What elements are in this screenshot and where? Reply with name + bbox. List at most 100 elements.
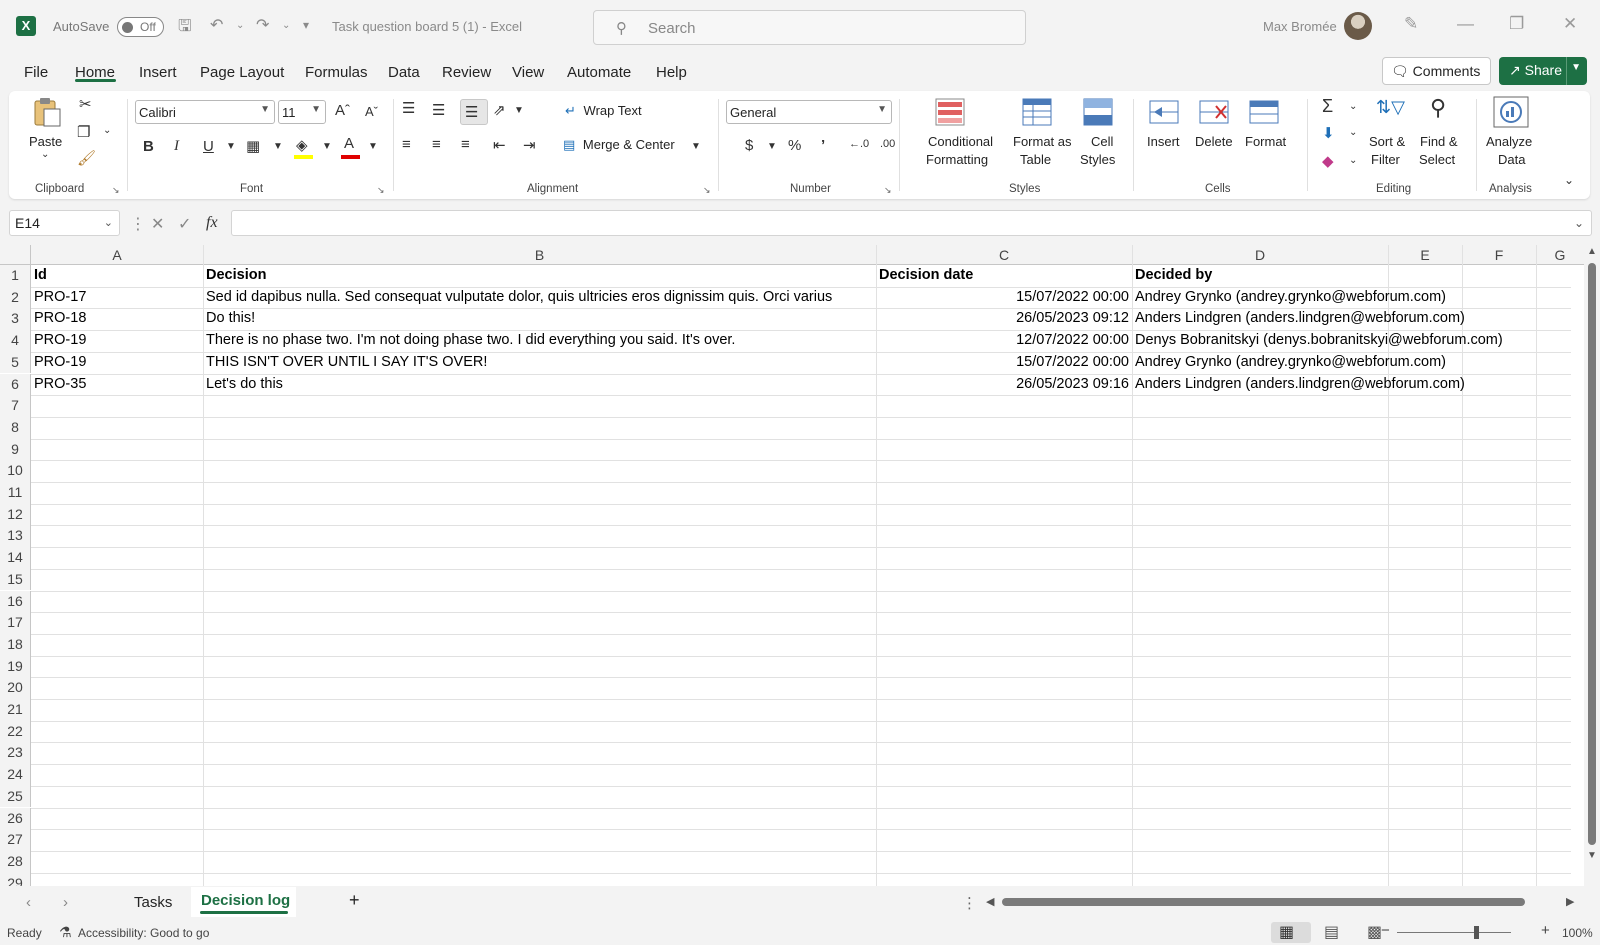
header-cell-decision[interactable]: Decision	[203, 265, 876, 287]
column-header-b[interactable]: B	[203, 245, 876, 265]
clear-icon[interactable]: ◆	[1322, 152, 1334, 170]
analyze-data-label-1[interactable]: Analyze	[1486, 133, 1532, 151]
row-header[interactable]: 25	[0, 785, 31, 808]
undo-dropdown-icon[interactable]: ⌄	[236, 20, 244, 31]
row-header[interactable]: 27	[0, 829, 31, 851]
format-cells-icon[interactable]	[1248, 97, 1280, 127]
cell-decided-by[interactable]: Anders Lindgren (anders.lindgren@webforu…	[1132, 374, 1584, 396]
row-header[interactable]: 21	[0, 699, 31, 721]
row-header[interactable]: 17	[0, 612, 31, 634]
delete-label[interactable]: Delete	[1195, 133, 1233, 151]
alignment-launcher-icon[interactable]: ↘	[703, 185, 711, 196]
cut-icon[interactable]: ✂	[79, 95, 92, 113]
header-cell-decided-by[interactable]: Decided by	[1132, 265, 1532, 287]
undo-icon[interactable]: ↶	[210, 15, 223, 35]
row-header[interactable]: 19	[0, 655, 31, 678]
cell-id[interactable]: PRO-17	[31, 287, 203, 309]
row-header[interactable]: 1	[0, 265, 31, 287]
customize-qat-icon[interactable]: ▾	[303, 18, 309, 32]
cell-decided-by[interactable]: Denys Bobranitskyi (denys.bobranitskyi@w…	[1132, 330, 1584, 352]
row-header[interactable]: 26	[0, 807, 31, 830]
conditional-formatting-icon[interactable]	[934, 97, 966, 127]
format-as-table-label-1[interactable]: Format as	[1013, 133, 1072, 151]
share-button[interactable]: ↗ Share ▼	[1499, 57, 1587, 85]
decrease-font-size-icon[interactable]: Aˇ	[365, 104, 378, 119]
increase-font-size-icon[interactable]: Aˆ	[335, 102, 350, 119]
font-color-icon[interactable]: A	[344, 135, 354, 152]
increase-indent-icon[interactable]: ⇥	[523, 136, 536, 154]
zoom-slider[interactable]	[1397, 932, 1511, 933]
currency-icon[interactable]: $	[745, 137, 753, 154]
cell-decided-by[interactable]: Andrey Grynko (andrey.grynko@webforum.co…	[1132, 352, 1584, 374]
column-header-e[interactable]: E	[1388, 245, 1462, 265]
cell-decision-date[interactable]: 26/05/2023 09:16	[876, 374, 1132, 396]
row-header[interactable]: 12	[0, 503, 31, 526]
bold-button[interactable]: B	[143, 138, 154, 155]
copy-dropdown-icon[interactable]: ⌄	[103, 125, 111, 136]
cell-decision[interactable]: Do this!	[203, 308, 876, 330]
zoom-in-icon[interactable]: +	[1541, 922, 1550, 939]
cell-decision-date[interactable]: 26/05/2023 09:12	[876, 308, 1132, 330]
tab-file[interactable]: File	[24, 64, 48, 81]
column-header-a[interactable]: A	[31, 245, 203, 265]
header-cell-id[interactable]: Id	[31, 265, 203, 287]
cell-decision-date[interactable]: 15/07/2022 00:00	[876, 352, 1132, 374]
row-header[interactable]: 2	[0, 286, 31, 309]
autosum-icon[interactable]: Σ	[1322, 96, 1333, 117]
scroll-right-icon[interactable]: ▶	[1566, 895, 1574, 908]
collapse-ribbon-icon[interactable]: ⌄	[1564, 173, 1574, 187]
add-sheet-button[interactable]: +	[349, 890, 360, 911]
cancel-icon[interactable]: ✕	[151, 214, 164, 234]
number-launcher-icon[interactable]: ↘	[884, 185, 892, 196]
row-header[interactable]: 7	[0, 395, 31, 417]
comma-style-icon[interactable]: ’	[821, 137, 825, 154]
cell-decision-date[interactable]: 12/07/2022 00:00	[876, 330, 1132, 352]
format-as-table-icon[interactable]	[1021, 97, 1053, 127]
scroll-left-icon[interactable]: ◀	[986, 895, 994, 908]
pen-icon[interactable]: ✎	[1404, 14, 1418, 34]
fill-color-icon[interactable]: ◈	[296, 136, 308, 154]
vertical-scrollbar[interactable]: ▲ ▼	[1584, 245, 1600, 886]
format-label[interactable]: Format	[1245, 133, 1286, 151]
cell-decision-date[interactable]: 15/07/2022 00:00	[876, 287, 1132, 309]
copy-icon[interactable]: ❐	[77, 123, 90, 141]
insert-function-icon[interactable]: fx	[206, 214, 218, 232]
row-header[interactable]: 29	[0, 872, 31, 886]
sort-filter-label-1[interactable]: Sort &	[1369, 133, 1405, 151]
select-all-button[interactable]	[0, 245, 31, 265]
tab-view[interactable]: View	[512, 64, 544, 81]
analyze-data-label-2[interactable]: Data	[1498, 151, 1525, 169]
wrap-text-button[interactable]: ↵ Wrap Text	[565, 103, 642, 119]
row-header[interactable]: 6	[0, 373, 31, 396]
borders-dropdown-icon[interactable]: ▼	[273, 141, 283, 152]
cell-decision[interactable]: There is no phase two. I'm not doing pha…	[203, 330, 876, 352]
merge-dropdown-icon[interactable]: ▼	[691, 141, 701, 152]
row-header[interactable]: 20	[0, 677, 31, 699]
more-options-icon[interactable]: ⋮	[130, 214, 146, 234]
align-middle-icon[interactable]: ☰	[432, 101, 445, 119]
redo-dropdown-icon[interactable]: ⌄	[282, 20, 290, 31]
italic-button[interactable]: I	[174, 138, 179, 155]
paste-dropdown-icon[interactable]: ⌄	[41, 149, 49, 160]
share-dropdown-icon[interactable]: ▼	[1571, 62, 1581, 73]
scroll-down-icon[interactable]: ▼	[1587, 850, 1597, 861]
enter-icon[interactable]: ✓	[178, 214, 191, 234]
next-sheet-icon[interactable]: ›	[63, 894, 68, 911]
underline-button[interactable]: U	[203, 138, 214, 155]
cell-id[interactable]: PRO-18	[31, 308, 203, 330]
zoom-slider-thumb[interactable]	[1474, 926, 1479, 939]
font-name-select[interactable]: Calibri ▼	[135, 100, 275, 124]
row-header[interactable]: 11	[0, 482, 31, 504]
underline-dropdown-icon[interactable]: ▼	[226, 141, 236, 152]
clipboard-launcher-icon[interactable]: ↘	[112, 185, 120, 196]
row-header[interactable]: 14	[0, 547, 31, 569]
tab-review[interactable]: Review	[442, 64, 491, 81]
page-break-preview-icon[interactable]: ▩	[1367, 922, 1382, 942]
sheet-tab-tasks[interactable]: Tasks	[134, 894, 172, 911]
avatar[interactable]	[1344, 12, 1372, 40]
find-select-icon[interactable]: ⚲	[1430, 95, 1446, 121]
decrease-decimal-icon[interactable]: .00	[880, 138, 895, 150]
save-icon[interactable]: 🖫	[178, 15, 192, 42]
row-header[interactable]: 4	[0, 330, 31, 352]
row-header[interactable]: 8	[0, 416, 31, 439]
